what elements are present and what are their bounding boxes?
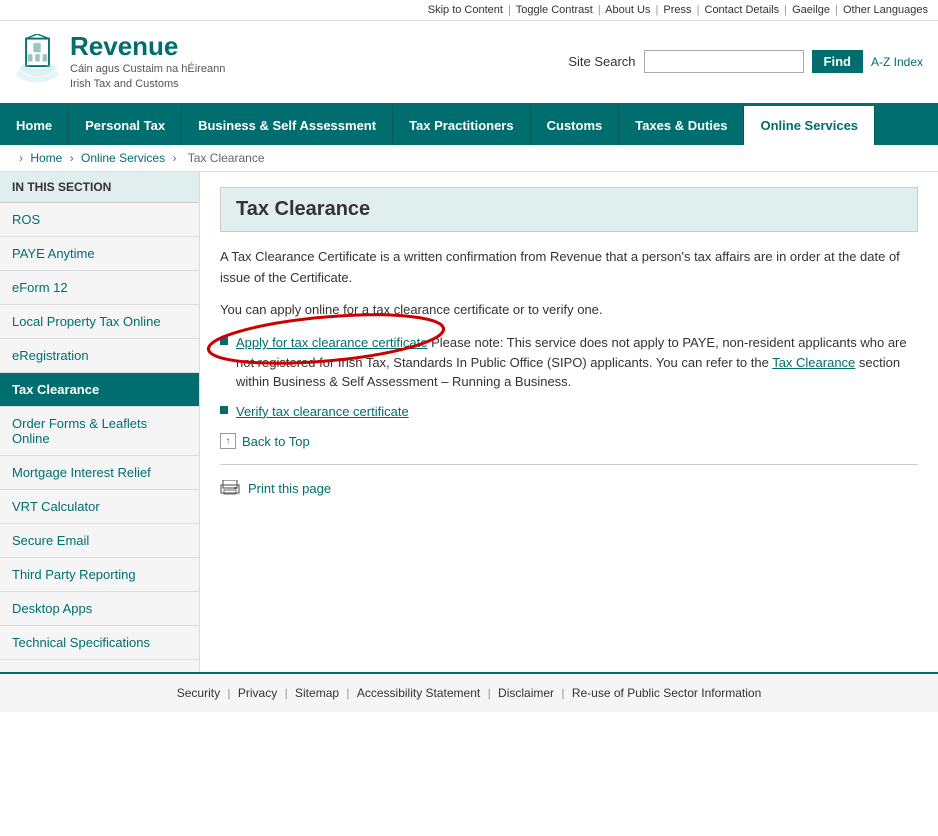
press-link[interactable]: Press	[663, 4, 691, 16]
intro-paragraph-2: You can apply online for a tax clearance…	[220, 300, 918, 321]
back-to-top-link[interactable]: Back to Top	[242, 434, 310, 449]
logo-text: Revenue Cáin agus Custaim na hÉireann Ir…	[70, 31, 225, 93]
sidebar: IN THIS SECTION ROS PAYE Anytime eForm 1…	[0, 172, 200, 672]
other-languages-link[interactable]: Other Languages	[843, 4, 928, 16]
sidebar-item-desktop-apps[interactable]: Desktop Apps	[0, 592, 199, 626]
search-area: Site Search Find A-Z Index	[568, 50, 923, 73]
breadcrumb-home[interactable]: Home	[30, 151, 62, 165]
about-us-link[interactable]: About Us	[605, 4, 650, 16]
toggle-contrast-link[interactable]: Toggle Contrast	[516, 4, 593, 16]
footer-sitemap[interactable]: Sitemap	[295, 686, 339, 700]
back-to-top: ↑ Back to Top	[220, 433, 918, 449]
breadcrumb-online-services[interactable]: Online Services	[81, 151, 165, 165]
header: Revenue Cáin agus Custaim na hÉireann Ir…	[0, 21, 938, 106]
apply-link-wrapper: Apply for tax clearance certificate	[236, 333, 427, 353]
sidebar-item-order-forms[interactable]: Order Forms & Leaflets Online	[0, 407, 199, 456]
content-area: IN THIS SECTION ROS PAYE Anytime eForm 1…	[0, 172, 938, 672]
breadcrumb: › Home › Online Services › Tax Clearance	[0, 145, 938, 172]
content-divider	[220, 464, 918, 465]
footer-privacy[interactable]: Privacy	[238, 686, 277, 700]
nav-online-services[interactable]: Online Services	[744, 106, 875, 145]
print-icon	[220, 480, 240, 496]
logo-area: Revenue Cáin agus Custaim na hÉireann Ir…	[15, 31, 225, 93]
apply-tax-clearance-link[interactable]: Apply for tax clearance certificate	[236, 335, 427, 350]
print-area: Print this page	[220, 480, 918, 496]
sidebar-section-title: IN THIS SECTION	[0, 172, 199, 203]
sidebar-item-paye-anytime[interactable]: PAYE Anytime	[0, 237, 199, 271]
nav-customs[interactable]: Customs	[531, 106, 620, 145]
bullet-item-verify: Verify tax clearance certificate	[220, 402, 918, 422]
revenue-name: Revenue	[70, 31, 225, 62]
nav-home[interactable]: Home	[0, 106, 69, 145]
footer-disclaimer[interactable]: Disclaimer	[498, 686, 554, 700]
footer-accessibility[interactable]: Accessibility Statement	[357, 686, 480, 700]
sidebar-item-vrt[interactable]: VRT Calculator	[0, 490, 199, 524]
tagline2: Irish Tax and Customs	[70, 77, 225, 92]
page-title-box: Tax Clearance	[220, 187, 918, 232]
sidebar-item-secure-email[interactable]: Secure Email	[0, 524, 199, 558]
bullet-1-text: Apply for tax clearance certificate Plea…	[236, 333, 918, 392]
sidebar-item-eform12[interactable]: eForm 12	[0, 271, 199, 305]
top-bar: Skip to Content | Toggle Contrast | Abou…	[0, 0, 938, 21]
search-label: Site Search	[568, 54, 635, 69]
az-index-link[interactable]: A-Z Index	[871, 55, 923, 69]
up-arrow-icon: ↑	[220, 433, 236, 449]
sidebar-item-mortgage[interactable]: Mortgage Interest Relief	[0, 456, 199, 490]
bullet-2-text: Verify tax clearance certificate	[236, 402, 409, 422]
sidebar-item-local-property[interactable]: Local Property Tax Online	[0, 305, 199, 339]
tax-clearance-link-inline[interactable]: Tax Clearance	[772, 355, 855, 370]
footer-reuse[interactable]: Re-use of Public Sector Information	[572, 686, 761, 700]
main-nav: Home Personal Tax Business & Self Assess…	[0, 106, 938, 145]
nav-taxes-duties[interactable]: Taxes & Duties	[619, 106, 744, 145]
breadcrumb-arrow: ›	[19, 151, 23, 165]
skip-to-content-link[interactable]: Skip to Content	[428, 4, 503, 16]
sidebar-item-technical[interactable]: Technical Specifications	[0, 626, 199, 660]
nav-personal-tax[interactable]: Personal Tax	[69, 106, 182, 145]
bullet-item-apply: Apply for tax clearance certificate Plea…	[220, 333, 918, 392]
sidebar-item-ros[interactable]: ROS	[0, 203, 199, 237]
sidebar-item-third-party[interactable]: Third Party Reporting	[0, 558, 199, 592]
verify-tax-clearance-link[interactable]: Verify tax clearance certificate	[236, 404, 409, 419]
nav-business[interactable]: Business & Self Assessment	[182, 106, 393, 145]
main-content: Tax Clearance A Tax Clearance Certificat…	[200, 172, 938, 672]
contact-details-link[interactable]: Contact Details	[705, 4, 780, 16]
sidebar-item-tax-clearance[interactable]: Tax Clearance	[0, 373, 199, 407]
footer: Security | Privacy | Sitemap | Accessibi…	[0, 672, 938, 712]
tagline1: Cáin agus Custaim na hÉireann	[70, 62, 225, 77]
bullet-square-2	[220, 406, 228, 414]
find-button[interactable]: Find	[812, 50, 863, 73]
footer-security[interactable]: Security	[177, 686, 220, 700]
breadcrumb-current: Tax Clearance	[188, 151, 265, 165]
search-input[interactable]	[644, 50, 804, 73]
nav-tax-practitioners[interactable]: Tax Practitioners	[393, 106, 531, 145]
intro-paragraph-1: A Tax Clearance Certificate is a written…	[220, 247, 918, 289]
bullet-square-1	[220, 337, 228, 345]
page-title: Tax Clearance	[236, 198, 902, 221]
print-link[interactable]: Print this page	[248, 481, 331, 496]
revenue-logo-icon	[15, 34, 60, 89]
sidebar-item-eregistration[interactable]: eRegistration	[0, 339, 199, 373]
gaeilge-link[interactable]: Gaeilge	[792, 4, 830, 16]
